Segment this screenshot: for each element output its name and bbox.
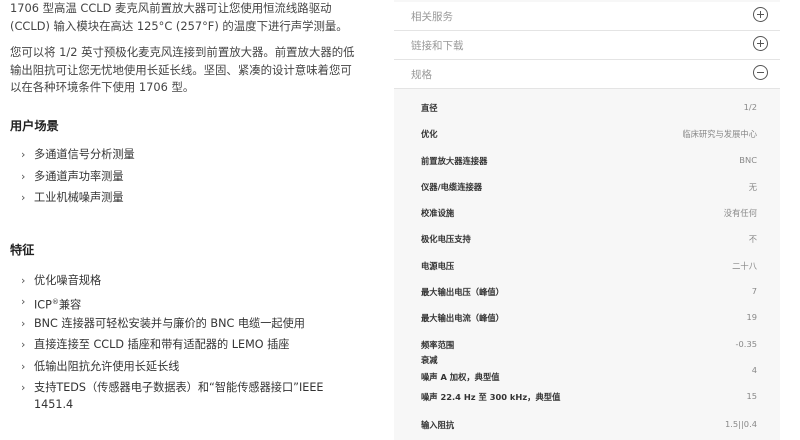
spec-value: 7	[751, 286, 757, 296]
expand-plus-icon[interactable]	[753, 36, 768, 51]
spec-label: 极化电压支持	[421, 234, 471, 244]
feature-item: › BNC 连接器可轻松安装并与廉价的 BNC 电缆一起使用	[21, 316, 364, 333]
collapse-minus-icon[interactable]	[753, 65, 768, 80]
accordion-related-services[interactable]: 相关服务	[394, 2, 780, 31]
spec-label: 直径	[421, 103, 438, 113]
spec-label: 衰减	[421, 355, 438, 365]
spec-value: 1/2	[743, 102, 757, 112]
accordion-label: 规格	[411, 69, 432, 81]
spec-label: 校准设施	[421, 208, 455, 218]
feature-item: › ICP®兼容	[21, 295, 82, 312]
spec-label: 电源电压	[421, 261, 455, 271]
chevron-right-icon: ›	[21, 317, 26, 330]
chevron-right-icon: ›	[21, 170, 26, 183]
spec-value: -0.35	[735, 339, 757, 349]
description-line: 以在各种环境条件下使用 1706 型。	[10, 80, 195, 94]
accordion-links-downloads[interactable]: 链接和下载	[394, 31, 780, 60]
registered-mark: ®	[51, 298, 59, 306]
chevron-right-icon: ›	[21, 338, 26, 351]
spec-value: 1.5||0.4	[725, 419, 757, 429]
chevron-right-icon: ›	[21, 191, 26, 204]
description-para-1: 1706 型高温 CCLD 麦克风前置放大器可让您使用恒流线路驱动 (CCLD)…	[10, 0, 382, 35]
expand-plus-icon[interactable]	[753, 7, 768, 22]
spec-label: 噪声 22.4 Hz 至 300 kHz，典型值	[421, 392, 561, 402]
spec-value: 二十八	[732, 261, 757, 271]
spec-label: 频率范围	[421, 340, 455, 350]
feature-item: › 直接连接至 CCLD 插座和带有适配器的 LEMO 插座	[21, 337, 364, 354]
chevron-right-icon: ›	[21, 274, 26, 287]
feature-item: › 支持TEDS（传感器电子数据表）和“智能传感器接口”IEEE 1451.4	[21, 381, 324, 411]
spec-value: 4	[751, 365, 757, 375]
spec-value: 不	[748, 234, 757, 244]
spec-label: 最大输出电流（峰值）	[421, 313, 504, 323]
spec-label: 输入阻抗	[421, 420, 455, 430]
chevron-right-icon: ›	[21, 360, 26, 373]
description-line: 1706 型高温 CCLD 麦克风前置放大器可让您使用恒流线路驱动	[10, 1, 332, 15]
feature-item: › 优化噪音规格	[21, 273, 364, 290]
accordion-label: 相关服务	[411, 11, 453, 23]
spec-value: BNC	[739, 155, 757, 165]
description-line: (CCLD) 输入模块在高达 125°C (257°F) 的温度下进行声学测量。	[10, 18, 348, 33]
spec-label: 噪声 A 加权，典型值	[421, 372, 500, 382]
spec-label: 前置放大器连接器	[421, 156, 488, 166]
spec-value: 临床研究与发展中心	[682, 129, 757, 139]
use-case-item: › 多通道信号分析测量	[21, 147, 364, 164]
use-case-item: › 工业机械噪声测量	[21, 190, 364, 207]
accordion-label: 链接和下载	[411, 40, 464, 52]
spec-value: 没有任何	[723, 208, 757, 218]
use-case-item: › 多通道声功率测量	[21, 169, 364, 186]
spec-label: 优化	[421, 129, 438, 139]
spec-label: 最大输出电压（峰值）	[421, 287, 504, 297]
chevron-right-icon: ›	[21, 381, 26, 394]
accordion-specs[interactable]: 规格	[394, 60, 780, 89]
spec-value: 19	[746, 312, 757, 322]
spec-value: 15	[746, 391, 757, 401]
spec-label: 仪器/电缆连接器	[421, 182, 483, 192]
description-line: 您可以将 1/2 英寸预极化麦克风连接到前置放大器。前置放大器的低	[10, 45, 355, 59]
description-para-2: 您可以将 1/2 英寸预极化麦克风连接到前置放大器。前置放大器的低 输出阻抗可让…	[10, 44, 382, 97]
use-cases-heading: 用户场景	[10, 119, 59, 133]
features-heading: 特征	[10, 243, 35, 257]
feature-item: › 低输出阻抗允许使用长延长线	[21, 359, 364, 376]
spec-value: 无	[748, 182, 757, 192]
chevron-right-icon: ›	[21, 295, 26, 308]
description-line: 输出阻抗可让您无忧地使用长延长线。坚固、紧凑的设计意味着您可	[10, 62, 352, 77]
chevron-right-icon: ›	[21, 148, 26, 161]
